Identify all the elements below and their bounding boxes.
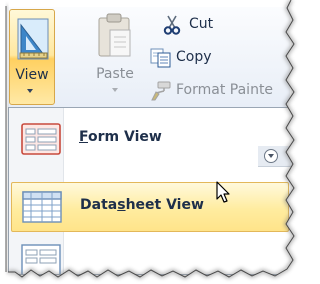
view-design-icon [17, 17, 49, 67]
menu-item-layout-view[interactable] [11, 240, 289, 274]
chevron-down-icon [112, 88, 118, 92]
view-button[interactable]: View [9, 9, 55, 105]
clipboard-icon [96, 12, 134, 64]
datasheet-view-icon [22, 191, 62, 227]
dropdown-circle-icon[interactable] [264, 149, 278, 163]
view-button-label: View [15, 67, 49, 83]
mouse-pointer-icon [216, 181, 232, 209]
menu-item-label: Datasheet View [80, 197, 204, 213]
field-list-strip [258, 146, 292, 167]
menu-item-label: Form View [79, 129, 162, 145]
scissors-icon [163, 15, 181, 39]
menu-item-form-view[interactable]: Form View [11, 115, 289, 163]
format-painter-icon [150, 81, 172, 105]
menu-item-datasheet-view[interactable]: Datasheet View [11, 182, 289, 232]
view-menu: Form View Datasheet View [8, 107, 290, 275]
paste-button-label: Paste [96, 66, 134, 82]
copy-icon [150, 48, 172, 72]
form-view-icon [21, 123, 61, 159]
format-painter-label: Format Painte [176, 82, 274, 98]
chevron-down-icon [27, 89, 33, 93]
copy-label: Copy [176, 49, 212, 65]
layout-view-icon [21, 244, 61, 274]
cut-label: Cut [189, 16, 214, 32]
paste-button[interactable]: Paste [90, 9, 140, 105]
